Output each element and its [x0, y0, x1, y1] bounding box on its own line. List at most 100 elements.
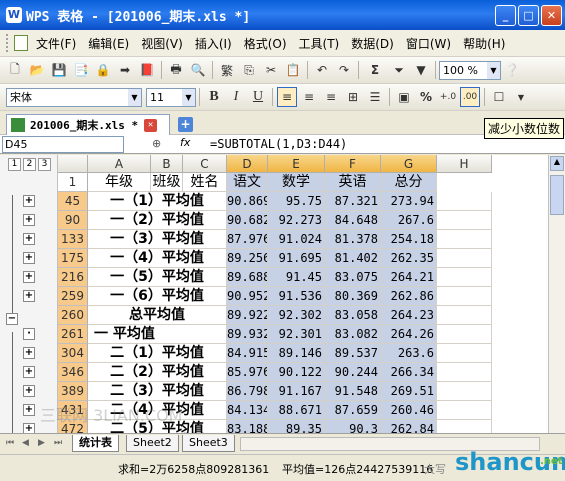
first-sheet-icon[interactable]: ⏮	[6, 438, 14, 448]
outline-dot-icon[interactable]: ·	[23, 328, 35, 340]
row-header[interactable]: 261	[58, 325, 88, 344]
row-label-cell[interactable]: 一（2）平均值	[88, 211, 227, 230]
header-cell[interactable]: 语文	[227, 173, 268, 192]
value-cell-e[interactable]: 95.75	[268, 192, 325, 211]
last-sheet-icon[interactable]: ⏭	[54, 438, 62, 448]
value-cell-d[interactable]: 89.256	[227, 249, 268, 268]
empty-cell-h[interactable]	[437, 363, 492, 382]
menu-window[interactable]: 窗口(W)	[400, 35, 457, 52]
value-cell-f[interactable]: 81.378	[325, 230, 381, 249]
row-header[interactable]: 259	[58, 287, 88, 306]
row-label-cell[interactable]: 二（2）平均值	[88, 363, 227, 382]
autosum-icon[interactable]: Σ	[363, 60, 387, 80]
traditional-chinese-icon[interactable]: 繁	[217, 60, 237, 80]
column-header-f[interactable]: F	[325, 155, 381, 173]
row-header[interactable]: 45	[58, 192, 88, 211]
header-cell[interactable]: 英语	[325, 173, 381, 192]
row-header[interactable]: 304	[58, 344, 88, 363]
percent-button[interactable]: %	[416, 87, 436, 107]
currency-icon[interactable]: ▣	[394, 87, 414, 107]
row-label-cell[interactable]: 一（4）平均值	[88, 249, 227, 268]
expand-group-icon[interactable]: +	[23, 385, 35, 397]
value-cell-e[interactable]: 91.536	[268, 287, 325, 306]
value-cell-g[interactable]: 266.34	[381, 363, 437, 382]
underline-button[interactable]: U	[248, 87, 268, 107]
value-cell-d[interactable]: 90.682	[227, 211, 268, 230]
menu-data[interactable]: 数据(D)	[345, 35, 400, 52]
share-icon[interactable]: 📑	[71, 60, 91, 80]
row-label-cell[interactable]: 一（3）平均值	[88, 230, 227, 249]
empty-cell-h[interactable]	[437, 325, 492, 344]
cut-icon[interactable]: ✂	[261, 60, 281, 80]
value-cell-d[interactable]: 87.976	[227, 230, 268, 249]
empty-cell-h[interactable]	[437, 211, 492, 230]
value-cell-e[interactable]: 92.302	[268, 306, 325, 325]
header-cell[interactable]: 年级	[88, 173, 151, 192]
decrease-decimal-icon[interactable]: .00	[460, 87, 480, 107]
column-header-b[interactable]: B	[151, 155, 183, 173]
value-cell-g[interactable]: 273.94	[381, 192, 437, 211]
empty-cell-h[interactable]	[437, 344, 492, 363]
align-left-icon[interactable]: ≡	[277, 87, 297, 107]
column-header-h[interactable]: H	[437, 155, 492, 173]
value-cell-g[interactable]: 263.6	[381, 344, 437, 363]
empty-cell-h[interactable]	[437, 192, 492, 211]
value-cell-f[interactable]: 89.537	[325, 344, 381, 363]
close-button[interactable]: ✕	[541, 5, 562, 26]
empty-cell-h[interactable]	[437, 268, 492, 287]
value-cell-g[interactable]: 254.18	[381, 230, 437, 249]
value-cell-e[interactable]: 89.146	[268, 344, 325, 363]
value-cell-d[interactable]: 90.952	[227, 287, 268, 306]
redo-icon[interactable]: ↷	[334, 60, 354, 80]
value-cell-g[interactable]: 264.23	[381, 306, 437, 325]
header-cell[interactable]: 班级	[151, 173, 183, 192]
expand-group-icon[interactable]: +	[23, 233, 35, 245]
value-cell-g[interactable]: 260.46	[381, 401, 437, 420]
next-sheet-icon[interactable]: ▶	[38, 438, 45, 448]
column-header-a[interactable]: A	[88, 155, 151, 173]
outline-level-3[interactable]: 3	[38, 158, 51, 171]
row-header[interactable]: 90	[58, 211, 88, 230]
italic-button[interactable]: I	[226, 87, 246, 107]
empty-cell-h[interactable]	[437, 249, 492, 268]
collapse-group-icon[interactable]: −	[6, 313, 18, 325]
new-file-icon[interactable]: 🗋	[5, 60, 25, 80]
export-icon[interactable]: ➡	[115, 60, 135, 80]
value-cell-d[interactable]: 84.134	[227, 401, 268, 420]
increase-decimal-icon[interactable]: +.0	[438, 87, 458, 107]
menu-help[interactable]: 帮助(H)	[457, 35, 511, 52]
row-header[interactable]: 389	[58, 382, 88, 401]
vertical-scrollbar[interactable]: ▲	[548, 155, 565, 433]
row-label-cell[interactable]: 一（6）平均值	[88, 287, 227, 306]
align-right-icon[interactable]: ≡	[321, 87, 341, 107]
filter-icon[interactable]: ▼	[411, 60, 431, 80]
outline-level-2[interactable]: 2	[23, 158, 36, 171]
value-cell-e[interactable]: 88.671	[268, 401, 325, 420]
value-cell-e[interactable]: 91.167	[268, 382, 325, 401]
expand-group-icon[interactable]: +	[23, 366, 35, 378]
value-cell-d[interactable]: 89.932	[227, 325, 268, 344]
value-cell-f[interactable]: 83.075	[325, 268, 381, 287]
value-cell-d[interactable]: 85.976	[227, 363, 268, 382]
chevron-down-icon[interactable]: ▼	[511, 87, 531, 107]
column-header-g[interactable]: G	[381, 155, 437, 173]
sort-filter-icon[interactable]: ⏷	[389, 60, 409, 80]
empty-cell-h[interactable]	[437, 382, 492, 401]
empty-cell-h[interactable]	[437, 401, 492, 420]
menu-tools[interactable]: 工具(T)	[293, 35, 346, 52]
value-cell-f[interactable]: 90.244	[325, 363, 381, 382]
select-all-corner[interactable]	[58, 155, 88, 173]
row-header[interactable]: 216	[58, 268, 88, 287]
value-cell-g[interactable]: 262.86	[381, 287, 437, 306]
value-cell-g[interactable]: 264.21	[381, 268, 437, 287]
maximize-button[interactable]: □	[518, 5, 539, 26]
menu-insert[interactable]: 插入(I)	[189, 35, 238, 52]
row-header[interactable]: 175	[58, 249, 88, 268]
value-cell-e[interactable]: 90.122	[268, 363, 325, 382]
minimize-button[interactable]: _	[495, 5, 516, 26]
expand-group-icon[interactable]: +	[23, 271, 35, 283]
empty-cell-h[interactable]	[437, 306, 492, 325]
value-cell-f[interactable]: 87.659	[325, 401, 381, 420]
expand-group-icon[interactable]: +	[23, 252, 35, 264]
zoom-help-icon[interactable]: ❔	[502, 60, 522, 80]
